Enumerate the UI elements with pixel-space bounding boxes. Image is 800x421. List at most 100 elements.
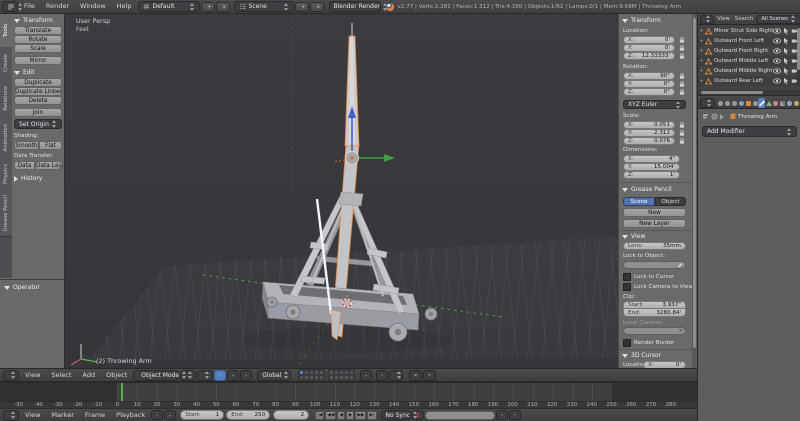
set-origin-dropdown[interactable]: Set Origin [14,119,62,129]
opengl-render-button[interactable] [409,370,422,381]
outliner-item-label[interactable]: Outward Front Left [714,38,773,44]
transform-gizmo[interactable] [333,106,395,165]
frame-locked-button[interactable] [164,410,176,420]
snap-element-dropdown[interactable] [389,370,403,381]
manipulator-scale-button[interactable] [240,370,252,381]
use-preview-range-button[interactable] [151,410,163,420]
scale-z-field[interactable]: Z:0.076 [623,137,675,145]
scale-x-field[interactable]: X:0.051 [623,121,675,129]
edit-panel-header[interactable]: Edit [14,69,35,76]
shade-smooth-button[interactable]: Smooth [14,141,39,150]
outliner-item[interactable]: + Outward Rear Left [698,76,800,86]
timeline-ruler[interactable]: -50-40-30-20-100102030405060708090100110… [0,401,697,408]
menu-help[interactable]: Help [112,0,137,13]
operator-panel-header[interactable]: Operator [4,284,40,291]
selectability-pointer-icon[interactable] [782,67,790,75]
menu-object[interactable]: Object [101,369,132,382]
current-frame-field[interactable]: 2 [273,410,309,420]
rewind-button[interactable]: ◀◀ [325,411,336,420]
transform-orientation-dropdown[interactable]: Global [257,370,291,381]
scale-button[interactable]: Scale [14,44,62,53]
fast-forward-button[interactable]: ▶▶ [355,411,366,420]
join-button[interactable]: Join [14,108,62,117]
lock-icon[interactable] [678,44,686,52]
outliner-item-label[interactable]: Minor Strut Side Right [714,28,773,34]
play-button[interactable]: ▶ [346,411,354,420]
menu-search[interactable]: Search [733,13,756,26]
eyedropper-icon[interactable] [676,262,683,269]
shelf-tab-animation[interactable]: Animation [0,118,12,159]
duplicate-linked-button[interactable]: Duplicate Linked [14,87,62,96]
remove-layout-button[interactable]: × [216,2,230,12]
play-reverse-button[interactable]: ◀ [337,411,345,420]
shelf-tab-physics[interactable]: Physics [0,158,12,191]
dimensions-z-field[interactable]: Z:1' [623,171,680,179]
outliner-item[interactable]: + Outward Front Left [698,36,800,46]
layers-widget-group-1[interactable] [298,369,325,381]
expand-icon[interactable]: + [698,38,705,44]
shelf-tab-relations[interactable]: Relations [0,79,12,119]
outliner-item-label[interactable]: Outward Front Right [714,48,773,54]
lock-icon[interactable] [678,52,686,60]
dimensions-x-field[interactable]: X:4" [623,155,680,163]
pivot-center-dropdown[interactable] [197,370,213,381]
menu-view[interactable]: View [20,369,45,382]
data-layout-button[interactable]: Data Layout [35,161,62,170]
editor-type-timeline-icon[interactable] [3,410,19,421]
render-border-checkbox[interactable] [623,339,631,347]
lens-field[interactable]: Lens:35mm [623,242,686,250]
menu-marker[interactable]: Marker [46,409,78,421]
remove-scene-button[interactable]: × [310,2,324,12]
properties-tab-particles-icon[interactable] [786,98,793,108]
properties-tab-world-icon[interactable] [738,98,745,108]
clip-start-field[interactable]: Start:3.937" [623,301,686,309]
clip-end-field[interactable]: End:3280.84' [623,309,686,317]
location-y-field[interactable]: Y:0' [623,44,675,52]
rotation-x-field[interactable]: X:90° [623,72,675,80]
outliner-item-label[interactable]: Outward Rear Left [714,78,773,84]
data-button[interactable]: Data [14,161,35,170]
lock-icon[interactable] [678,121,686,129]
properties-tab-render-layers-icon[interactable] [724,98,731,108]
manipulator-translate-button[interactable] [214,370,226,381]
manipulator-rotate-button[interactable] [227,370,239,381]
menu-frame[interactable]: Frame [80,409,110,421]
outliner-item[interactable]: +Outward Middle Right [698,66,800,76]
transform-panel-header[interactable]: Transform [14,17,53,24]
grease-pencil-object-toggle[interactable]: Object [655,197,686,206]
lock-camera-row[interactable]: Lock Camera to View [623,283,693,291]
rotate-button[interactable]: Rotate [14,35,62,44]
location-z-field[interactable]: Z:12.33333' [623,52,675,60]
clear-icon[interactable]: × [678,328,683,334]
expand-icon[interactable]: + [698,58,705,64]
shade-flat-button[interactable]: Flat [39,141,62,150]
pin-icon[interactable] [711,113,718,120]
shelf-tab-tools[interactable]: Tools [0,14,12,48]
menu-playback[interactable]: Playback [111,409,150,421]
screen-layout-dropdown[interactable]: Default [138,1,200,12]
menu-render[interactable]: Render [41,0,74,13]
lock-to-object-field[interactable] [623,261,686,269]
snap-magnet-button[interactable] [376,370,388,381]
menu-add[interactable]: Add [78,369,101,382]
expand-icon[interactable]: + [698,78,705,84]
view-panel-header[interactable]: View [622,233,645,240]
add-scene-button[interactable]: + [295,2,309,12]
visibility-eye-icon[interactable] [773,37,781,45]
cursor-3d-panel-header[interactable]: 3D Cursor [622,352,661,359]
rotation-z-field[interactable]: Z:0° [623,88,675,96]
scale-y-field[interactable]: Y:2.312 [623,129,675,137]
editor-type-3dview-icon[interactable] [3,370,19,381]
transform-panel-header[interactable]: Transform [622,17,661,24]
render-border-row[interactable]: Render Border [623,339,674,347]
layer-toggle[interactable] [319,375,324,380]
sync-mode-dropdown[interactable]: No Sync [381,410,411,420]
selectability-pointer-icon[interactable] [782,37,790,45]
scene-dropdown[interactable]: Scene [234,1,294,12]
outliner-item[interactable]: +Minor Strut Side Right [698,26,800,36]
layers-widget-group-2[interactable] [328,369,355,381]
add-modifier-dropdown[interactable]: Add Modifier [702,126,797,137]
jump-to-end-button[interactable]: ▶| [367,411,376,420]
editor-type-outliner-icon[interactable] [700,15,714,24]
keying-set-field[interactable] [425,411,495,420]
